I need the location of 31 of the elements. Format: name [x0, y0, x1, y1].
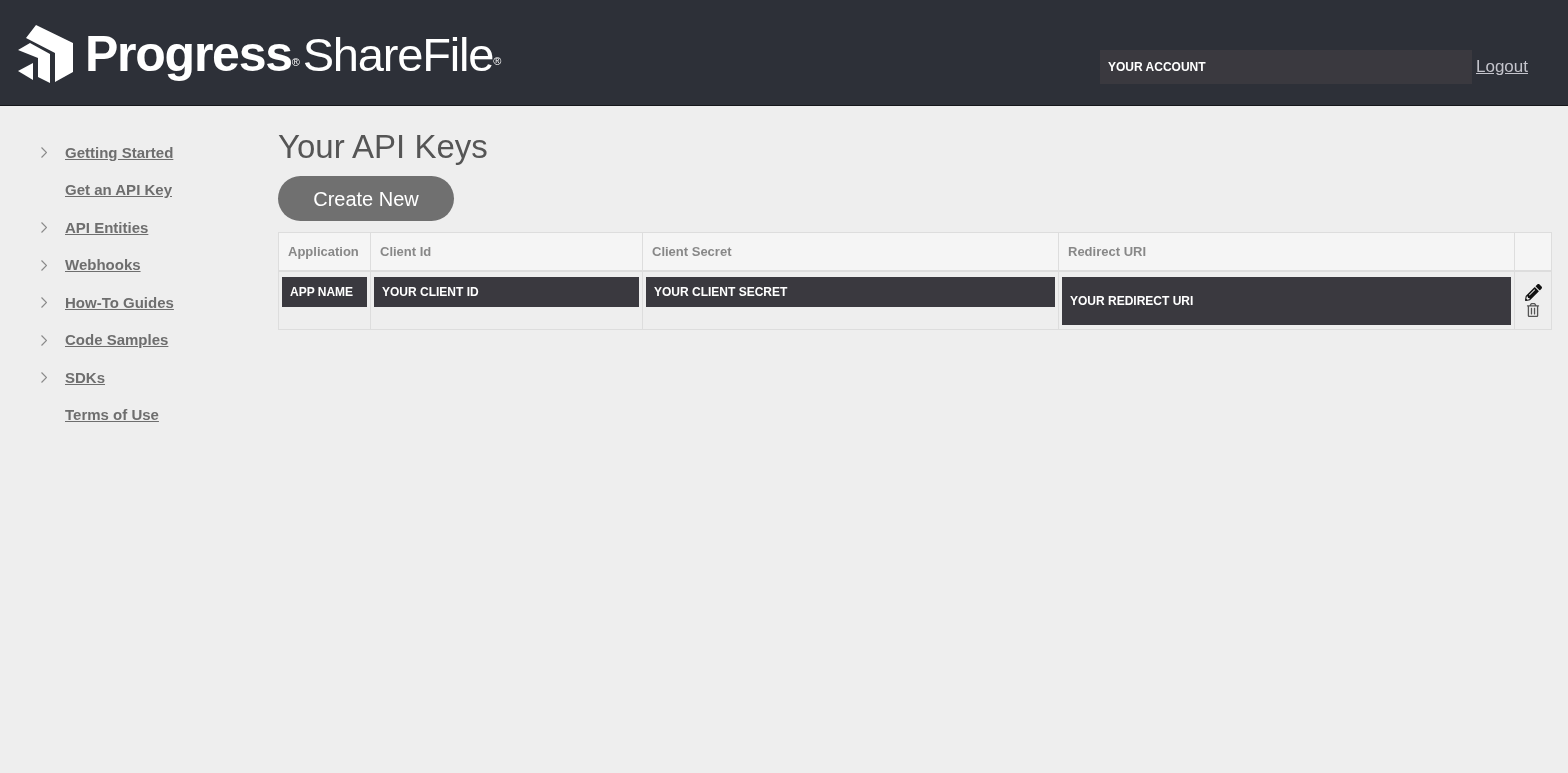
table-value: YOUR CLIENT SECRET — [646, 276, 1055, 307]
chevron-right-icon[interactable] — [41, 259, 47, 271]
table-value: YOUR REDIRECT URI — [1062, 276, 1511, 325]
product-name: ShareFile$^{®}$ — [302, 30, 501, 78]
logo-icon — [18, 25, 73, 83]
sidebar-link[interactable]: API Entities — [65, 216, 149, 239]
sidebar-link[interactable]: Get an API Key — [65, 179, 172, 202]
column-header: Application — [278, 232, 371, 271]
sidebar-link[interactable]: How-To Guides — [65, 291, 174, 314]
sidebar-link[interactable]: SDKs — [65, 366, 105, 389]
column-header: Client Secret — [642, 232, 1059, 271]
column-header: Client Id — [370, 232, 643, 271]
chevron-right-icon[interactable] — [41, 334, 47, 346]
sidebar-link[interactable]: Webhooks — [65, 254, 141, 277]
chevron-right-icon[interactable] — [41, 297, 47, 309]
create-new-button[interactable]: Create New — [278, 176, 454, 221]
sidebar-link[interactable]: Terms of Use — [65, 404, 159, 427]
page-title: Your API Keys — [278, 127, 488, 167]
account-name: YOUR ACCOUNT — [1100, 50, 1472, 84]
sidebar-link[interactable]: Getting Started — [65, 141, 174, 164]
edit-icon[interactable] — [1524, 283, 1542, 301]
chevron-right-icon[interactable] — [41, 222, 47, 234]
delete-icon[interactable] — [1526, 302, 1540, 317]
table-value: APP NAME — [282, 276, 367, 307]
table-value: YOUR CLIENT ID — [374, 276, 639, 307]
column-header: Redirect URI — [1058, 232, 1515, 271]
logout-link[interactable]: Logout — [1476, 54, 1528, 80]
chevron-right-icon[interactable] — [41, 372, 47, 384]
brand-name: Progress$^{®}$ — [85, 29, 299, 79]
chevron-right-icon[interactable] — [41, 147, 47, 159]
sidebar-link[interactable]: Code Samples — [65, 329, 169, 352]
